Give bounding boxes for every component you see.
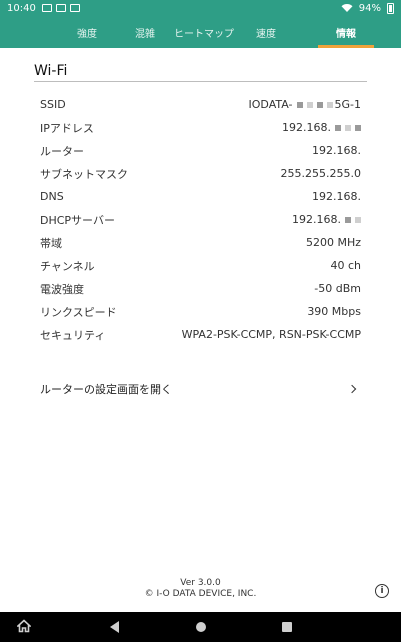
router-link-label: ルーターの設定画面を開く — [40, 383, 172, 396]
footer: Ver 3.0.0 © I-O DATA DEVICE, INC. — [0, 578, 401, 600]
info-row-ssid: SSID IODATA- 5G-1 — [40, 98, 362, 111]
masked-block — [326, 101, 333, 108]
info-row-link-speed: リンクスピード 390 Mbps — [40, 305, 361, 319]
info-row-router: ルーター 192.168. — [40, 144, 361, 158]
tab-speed[interactable]: 速度 — [240, 16, 292, 48]
masked-block — [355, 124, 361, 131]
home-icon[interactable] — [17, 619, 31, 633]
masked-block — [345, 124, 351, 131]
info-row-subnet: サブネットマスク 255.255.255.0 — [40, 167, 361, 181]
back-icon[interactable] — [110, 621, 119, 633]
info-row-band: 帯域 5200 MHz — [40, 236, 361, 250]
wifi-info-list: SSID IODATA- 5G-1 IPアドレス 192.168. ルーター 1… — [40, 93, 361, 346]
tab-congestion[interactable]: 混雑 — [116, 16, 174, 48]
router-value: 192.168. — [312, 144, 361, 157]
tab-heatmap[interactable]: ヒートマップ — [174, 16, 234, 48]
mail-icon — [55, 4, 66, 12]
tab-strength[interactable]: 強度 — [58, 16, 116, 48]
signal-value: -50 dBm — [314, 282, 361, 295]
section-divider — [34, 81, 367, 82]
info-row-ip: IPアドレス 192.168. — [40, 116, 361, 139]
masked-block — [345, 216, 351, 223]
masked-block — [335, 124, 341, 131]
ssid-value: IODATA- — [248, 98, 293, 111]
open-router-settings-button[interactable]: ルーターの設定画面を開く — [40, 378, 361, 400]
status-time: 10:40 — [7, 2, 36, 14]
notification-icon — [41, 4, 52, 12]
security-value: WPA2-PSK-CCMP, RSN-PSK-CCMP — [181, 328, 361, 341]
subnet-value: 255.255.255.0 — [280, 167, 361, 180]
chevron-right-icon — [347, 384, 357, 394]
band-value: 5200 MHz — [305, 236, 361, 249]
masked-block — [306, 101, 313, 108]
dhcp-value: 192.168. — [292, 213, 341, 226]
ssid-suffix: 5G-1 — [334, 98, 362, 111]
info-icon[interactable]: i — [375, 584, 389, 598]
battery-icon — [387, 2, 394, 14]
app-version: Ver 3.0.0 — [180, 578, 221, 588]
ip-value: 192.168. — [282, 121, 331, 134]
app-icon — [69, 4, 80, 12]
recents-icon[interactable] — [282, 622, 292, 632]
wifi-icon — [341, 4, 353, 12]
home-circle-icon[interactable] — [196, 622, 206, 632]
copyright: © I-O DATA DEVICE, INC. — [144, 589, 257, 599]
battery-percent: 94% — [358, 2, 381, 14]
tab-bar: 強度 混雑 ヒートマップ 速度 情報 — [0, 16, 401, 48]
info-row-dns: DNS 192.168. — [40, 190, 361, 203]
dns-value: 192.168. — [312, 190, 361, 203]
info-row-dhcp: DHCPサーバー 192.168. — [40, 208, 361, 231]
masked-block — [296, 101, 303, 108]
section-title: Wi-Fi — [34, 63, 68, 79]
tab-info[interactable]: 情報 — [316, 16, 376, 48]
link-speed-value: 390 Mbps — [307, 305, 361, 318]
channel-value: 40 ch — [330, 259, 361, 272]
info-row-signal: 電波強度 -50 dBm — [40, 282, 361, 296]
system-nav-bar — [0, 612, 401, 642]
info-row-security: セキュリティ WPA2-PSK-CCMP, RSN-PSK-CCMP — [40, 328, 361, 342]
masked-block — [316, 101, 323, 108]
status-bar: 10:40 94% — [0, 0, 401, 16]
masked-block — [355, 216, 361, 223]
info-row-channel: チャンネル 40 ch — [40, 259, 361, 273]
